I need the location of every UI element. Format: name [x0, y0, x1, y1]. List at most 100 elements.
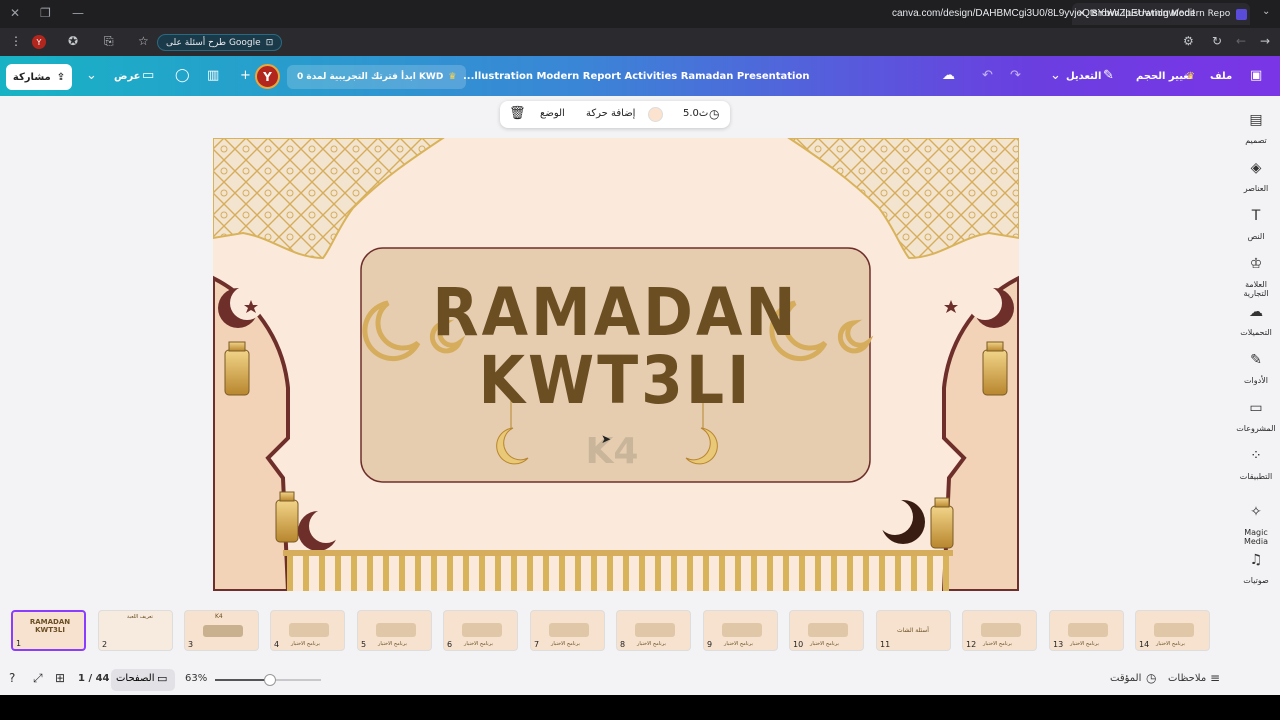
design-icon: ▤ — [1249, 112, 1263, 128]
share-button[interactable]: مشاركة ⇪ — [6, 64, 72, 90]
page-thumbnail[interactable]: برنامج الاختبار 8 — [616, 610, 691, 651]
brand-icon: ♔ — [1249, 256, 1263, 272]
insights-icon[interactable]: ▥ — [207, 68, 219, 83]
file-menu[interactable]: ملف — [1210, 71, 1232, 82]
page-thumbnail[interactable]: برنامج الاختبار 13 — [1049, 610, 1124, 651]
thumb-content-block — [203, 625, 243, 637]
sidebar-item-audio[interactable]: ♫ صوتيات — [1232, 552, 1280, 585]
sidebar-item-text[interactable]: T النص — [1232, 208, 1280, 241]
sidebar-item-projects[interactable]: ▭ المشروعات — [1232, 400, 1280, 433]
page-thumbnail[interactable]: RAMADAN KWT3LI 1 — [11, 610, 86, 651]
zoom-level[interactable]: 63% — [185, 673, 207, 684]
page-thumbnail[interactable]: برنامج الاختبار 9 — [703, 610, 778, 651]
redo-icon[interactable]: ↷ — [1010, 68, 1021, 83]
zoom-slider-handle[interactable] — [264, 674, 276, 686]
restore-window-icon[interactable]: ❐ — [40, 6, 51, 20]
position-button[interactable]: الوضع — [540, 108, 565, 119]
page-thumbnail[interactable]: أسئلة الشات 11 — [876, 610, 951, 651]
address-bar[interactable]: canva.com/design/DAHBMCgi3U0/8L9yvjeQtsY… — [892, 8, 1195, 19]
thumb-number: 10 — [793, 640, 804, 649]
downloads-icon[interactable]: ⎘ — [104, 34, 114, 49]
user-avatar[interactable]: Y — [255, 64, 280, 89]
slide-canvas[interactable]: RAMADAN KWT3LI K4 ➤ — [213, 138, 1019, 591]
timer-icon: ◷ — [1146, 671, 1157, 685]
page-thumbnail[interactable]: تعريف اللعبة 2 — [98, 610, 173, 651]
duration-button[interactable]: 5.0ث — [683, 108, 708, 119]
sidebar-item-tools[interactable]: ✎ الأدوات — [1232, 352, 1280, 385]
thumb-number: 11 — [880, 640, 891, 649]
sidebar-item-apps[interactable]: ⁘ التطبيقات — [1232, 448, 1280, 481]
back-icon[interactable]: → — [1260, 34, 1270, 48]
edit-dropdown-icon[interactable]: ⌄ — [1050, 68, 1061, 83]
sidebar-item-elements[interactable]: ◈ العناصر — [1232, 160, 1280, 193]
thumb-title: أسئلة الشات — [897, 627, 929, 634]
page-thumbnail[interactable]: برنامج الاختبار 5 — [357, 610, 432, 651]
sidebar-item-uploads[interactable]: ☁ التحميلات — [1232, 304, 1280, 337]
sidebar-label: التحميلات — [1240, 328, 1272, 337]
thumb-content-block — [289, 623, 329, 637]
pages-icon: ▭ — [157, 672, 168, 685]
sidebar-toggle-icon[interactable]: ▣ — [1250, 68, 1262, 83]
page-thumbnail[interactable]: برنامج الاختبار 4 — [270, 610, 345, 651]
thumb-title: برنامج الاختبار — [291, 641, 320, 647]
browser-menu-icon[interactable]: ⋮ — [10, 34, 22, 48]
sidebar-label: العلامة التجارية — [1243, 280, 1269, 298]
background-color-swatch[interactable] — [648, 107, 663, 122]
present-button[interactable]: عرض — [114, 71, 141, 82]
delete-icon[interactable]: 🗑 — [509, 106, 526, 121]
k4-logo[interactable]: K4 — [577, 431, 647, 472]
sidebar-item-brand[interactable]: ♔ العلامة التجارية — [1232, 256, 1280, 298]
notes-button[interactable]: ملاحظات — [1168, 673, 1206, 684]
page-thumbnail[interactable]: K4 3 — [184, 610, 259, 651]
help-icon[interactable]: ? — [9, 671, 15, 685]
slide-title-line2[interactable]: KWT3LI — [403, 343, 828, 420]
thumb-number: 12 — [966, 640, 977, 649]
slide-title-line1[interactable]: RAMADAN — [403, 275, 828, 352]
page-thumbnail[interactable]: برنامج الاختبار 12 — [962, 610, 1037, 651]
present-icon[interactable]: ▭ — [142, 68, 154, 83]
grid-view-icon[interactable]: ⊞ — [55, 671, 65, 685]
extensions-icon[interactable]: ✪ — [68, 34, 78, 48]
cloud-saved-icon[interactable]: ☁ — [942, 68, 955, 83]
document-title[interactable]: ...llustration Modern Report Activities … — [463, 71, 809, 82]
page-thumbnail[interactable]: برنامج الاختبار 14 — [1135, 610, 1210, 651]
site-settings-icon[interactable]: ⚙ — [1183, 34, 1194, 48]
pages-button[interactable]: الصفحات ▭ — [111, 669, 175, 691]
thumb-title: برنامج الاختبار — [464, 641, 493, 647]
thumb-title: برنامج الاختبار — [637, 641, 666, 647]
share-label: مشاركة — [12, 71, 51, 83]
edit-mode-button[interactable]: التعديل — [1066, 71, 1101, 82]
undo-icon[interactable]: ↶ — [982, 68, 993, 83]
page-thumbnail[interactable]: برنامج الاختبار 7 — [530, 610, 605, 651]
sidebar-item-design[interactable]: ▤ تصميم — [1232, 112, 1280, 145]
text-icon: T — [1251, 208, 1261, 224]
share-icon: ⇪ — [56, 71, 66, 83]
add-collaborator-icon[interactable]: + — [240, 68, 251, 83]
thumb-number: 8 — [620, 640, 626, 649]
ask-google-pill[interactable]: طرح أسئلة على Google ⊡ — [157, 34, 283, 51]
resize-button[interactable]: تغيير الحجم — [1136, 71, 1193, 82]
ask-google-label: طرح أسئلة على Google — [166, 37, 261, 48]
reload-icon[interactable]: ↻ — [1212, 34, 1222, 48]
sidebar-label: العناصر — [1243, 184, 1269, 193]
page-thumbnail[interactable]: برنامج الاختبار 10 — [789, 610, 864, 651]
timer-button[interactable]: المؤقت — [1110, 673, 1141, 684]
elements-icon: ◈ — [1250, 160, 1262, 176]
add-animation-button[interactable]: إضافة حركة — [586, 108, 635, 119]
profile-avatar[interactable]: Y — [32, 35, 46, 49]
fullscreen-icon[interactable]: ⤢ — [33, 671, 43, 686]
close-window-icon[interactable]: ✕ — [10, 6, 20, 20]
thumb-title: برنامج الاختبار — [724, 641, 753, 647]
comment-icon[interactable]: ◯ — [175, 68, 190, 83]
minimize-window-icon[interactable]: — — [72, 6, 84, 20]
tab-search-icon[interactable]: ⌄ — [1262, 6, 1270, 17]
sidebar-item-magic-media[interactable]: ✧ Magic Media — [1232, 504, 1280, 546]
start-trial-button[interactable]: ابدأ فترتك التجريبية لمدة 0 KWD ♛ — [287, 65, 467, 89]
thumb-number: 4 — [274, 640, 280, 649]
present-dropdown-icon[interactable]: ⌄ — [86, 68, 97, 83]
bookmark-star-icon[interactable]: ☆ — [138, 34, 149, 48]
page-thumbnail[interactable]: برنامج الاختبار 6 — [443, 610, 518, 651]
thumb-number: 5 — [361, 640, 367, 649]
magic-media-icon: ✧ — [1250, 504, 1262, 520]
forward-icon[interactable]: ← — [1236, 34, 1246, 48]
